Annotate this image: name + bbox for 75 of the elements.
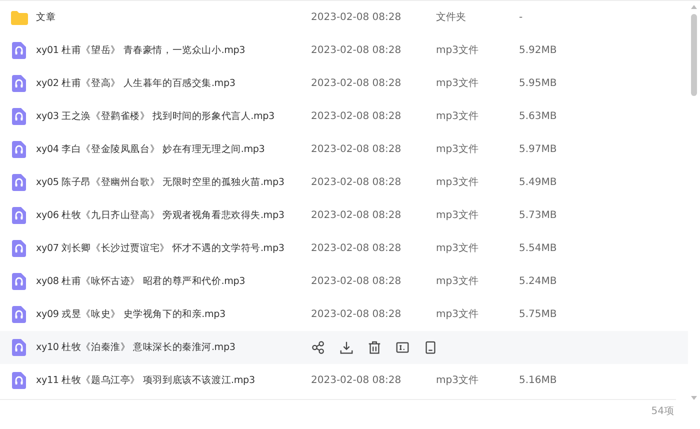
- file-row[interactable]: xy02 杜甫《登高》 人生暮年的百感交集.mp3 2023-02-08 08:28 mp3文件 5.95MB: [0, 67, 688, 100]
- audio-file-icon: [12, 141, 26, 158]
- file-size: -: [519, 10, 523, 24]
- file-size: 5.54MB: [519, 242, 557, 256]
- audio-file-icon: [12, 42, 26, 59]
- file-name: xy09 戎昱《咏史》 史学视角下的和亲.mp3: [36, 308, 226, 322]
- file-type: mp3文件: [436, 110, 480, 124]
- file-row[interactable]: xy01 杜甫《望岳》 青春豪情，一览众山小.mp3 2023-02-08 08:28 mp3文件 5.92MB: [0, 34, 688, 67]
- audio-file-icon: [12, 108, 26, 125]
- audio-file-icon: [12, 339, 26, 356]
- file-type: mp3文件: [436, 274, 480, 288]
- file-name: xy07 刘长卿《长沙过贾谊宅》 怀才不遇的文学符号.mp3: [36, 242, 286, 256]
- file-name: 文章: [36, 10, 57, 24]
- modified-date: 2023-02-08 08:28: [311, 308, 402, 322]
- download-icon[interactable]: [339, 340, 354, 355]
- audio-file-icon: [12, 240, 26, 257]
- folder-icon: [10, 10, 28, 24]
- file-size: 5.73MB: [519, 208, 557, 222]
- file-row[interactable]: xy11 杜牧《题乌江亭》 项羽到底该不该渡江.mp3 2023-02-08 08:28 mp3文件 5.16MB: [0, 364, 688, 397]
- file-type: 文件夹: [436, 10, 467, 24]
- modified-date: 2023-02-08 08:28: [311, 242, 402, 256]
- file-row[interactable]: 文章 2023-02-08 08:28 文件夹 -: [0, 1, 688, 34]
- file-name: xy01 杜甫《望岳》 青春豪情，一览众山小.mp3: [36, 44, 246, 58]
- modified-date: 2023-02-08 08:28: [311, 10, 402, 24]
- file-type: mp3文件: [436, 208, 480, 222]
- file-name: xy08 杜甫《咏怀古迹》 昭君的尊严和代价.mp3: [36, 274, 246, 288]
- modified-date: 2023-02-08 08:28: [311, 44, 402, 58]
- file-row[interactable]: xy03 王之涣《登鹳雀楼》 找到时间的形象代言人.mp3 2023-02-08 08:28 mp3文件 5.63MB: [0, 100, 688, 133]
- file-type: mp3文件: [436, 308, 480, 322]
- audio-file-icon: [12, 75, 26, 92]
- file-name: xy06 杜牧《九日齐山登高》 旁观者视角看悲欢得失.mp3: [36, 208, 286, 222]
- file-name: xy05 陈子昂《登幽州台歌》 无限时空里的孤独火苗.mp3: [36, 176, 286, 190]
- file-row[interactable]: xy07 刘长卿《长沙过贾谊宅》 怀才不遇的文学符号.mp3 2023-02-08 08:28 mp3文件 5.54MB: [0, 232, 688, 265]
- file-row[interactable]: xy06 杜牧《九日齐山登高》 旁观者视角看悲欢得失.mp3 2023-02-08 08:28 mp3文件 5.73MB: [0, 199, 688, 232]
- file-size: 5.75MB: [519, 308, 557, 322]
- audio-file-icon: [12, 273, 26, 290]
- file-name: xy04 李白《登金陵凤凰台》 妙在有理无理之间.mp3: [36, 142, 266, 156]
- file-type: mp3文件: [436, 374, 480, 388]
- audio-file-icon: [12, 372, 26, 389]
- modified-date: 2023-02-08 08:28: [311, 208, 402, 222]
- file-name: xy03 王之涣《登鹳雀楼》 找到时间的形象代言人.mp3: [36, 110, 276, 124]
- file-size: 5.92MB: [519, 44, 557, 58]
- file-row[interactable]: xy04 李白《登金陵凤凰台》 妙在有理无理之间.mp3 2023-02-08 08:28 mp3文件 5.97MB: [0, 133, 688, 166]
- item-count: 54项: [651, 405, 675, 418]
- file-name: xy11 杜牧《题乌江亭》 项羽到底该不该渡江.mp3: [36, 374, 256, 388]
- modified-date: 2023-02-08 08:28: [311, 374, 402, 388]
- file-size: 5.24MB: [519, 274, 557, 288]
- file-size: 5.63MB: [519, 110, 557, 124]
- file-size: 5.16MB: [519, 374, 557, 388]
- file-size: 5.95MB: [519, 76, 557, 90]
- file-name: xy02 杜甫《登高》 人生暮年的百感交集.mp3: [36, 76, 236, 90]
- modified-date: 2023-02-08 08:28: [311, 176, 402, 190]
- file-row[interactable]: xy05 陈子昂《登幽州台歌》 无限时空里的孤独火苗.mp3 2023-02-08 08:28 mp3文件 5.49MB: [0, 166, 688, 199]
- document-icon[interactable]: [423, 340, 438, 355]
- file-row[interactable]: xy10 杜牧《泊秦淮》 意味深长的秦淮河.mp3: [0, 331, 688, 364]
- file-type: mp3文件: [436, 176, 480, 190]
- file-type: mp3文件: [436, 44, 480, 58]
- file-name: xy10 杜牧《泊秦淮》 意味深长的秦淮河.mp3: [36, 340, 236, 354]
- modified-date: 2023-02-08 08:28: [311, 110, 402, 124]
- file-size: 5.49MB: [519, 176, 557, 190]
- delete-icon[interactable]: [367, 340, 382, 355]
- file-type: mp3文件: [436, 142, 480, 156]
- file-type: mp3文件: [436, 242, 480, 256]
- file-type: mp3文件: [436, 76, 480, 90]
- modified-date: 2023-02-08 08:28: [311, 76, 402, 90]
- file-row[interactable]: xy08 杜甫《咏怀古迹》 昭君的尊严和代价.mp3 2023-02-08 08:28 mp3文件 5.24MB: [0, 265, 688, 298]
- file-row[interactable]: xy09 戎昱《咏史》 史学视角下的和亲.mp3 2023-02-08 08:28 mp3文件 5.75MB: [0, 298, 688, 331]
- audio-file-icon: [12, 207, 26, 224]
- rename-icon[interactable]: [395, 340, 410, 355]
- modified-date: 2023-02-08 08:28: [311, 142, 402, 156]
- file-size: 5.97MB: [519, 142, 557, 156]
- audio-file-icon: [12, 174, 26, 191]
- modified-date: 2023-02-08 08:28: [311, 274, 402, 288]
- share-icon[interactable]: [311, 340, 326, 355]
- audio-file-icon: [12, 306, 26, 323]
